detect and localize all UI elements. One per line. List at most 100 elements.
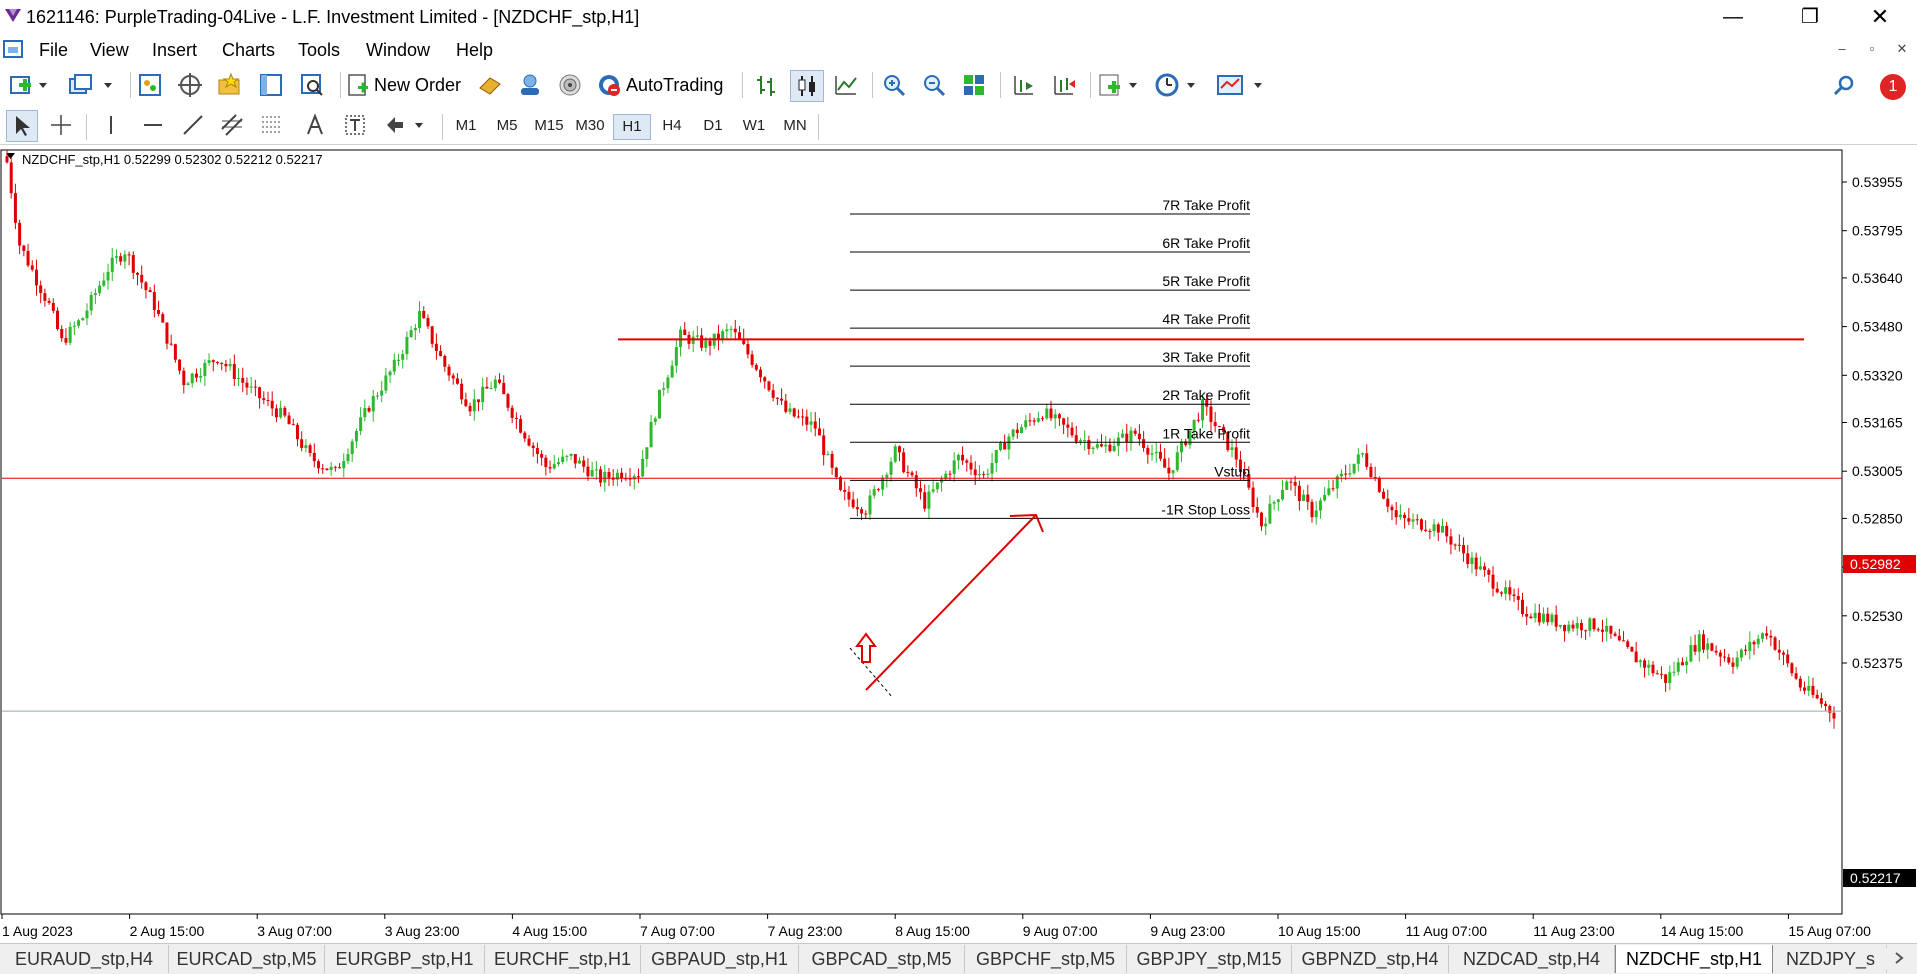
- new-chart-button[interactable]: [6, 70, 52, 100]
- maximize-button[interactable]: ❐: [1782, 0, 1838, 34]
- signals-button[interactable]: [514, 70, 546, 100]
- chart-tab[interactable]: GBPNZD_stp,H4: [1292, 945, 1449, 973]
- chart-tab[interactable]: EURCAD_stp,M5: [169, 945, 325, 973]
- auto-scroll-button[interactable]: [1048, 70, 1080, 100]
- menu-insert[interactable]: Insert: [152, 40, 197, 61]
- navigator-button[interactable]: [214, 70, 246, 100]
- chart-tab[interactable]: NZDJPY_s: [1772, 945, 1887, 973]
- periodicity-button[interactable]: [1154, 70, 1200, 100]
- chart-tab[interactable]: GBPJPY_stp,M15: [1127, 945, 1292, 973]
- candle-body: [1718, 652, 1722, 657]
- menu-tools[interactable]: Tools: [298, 40, 340, 61]
- profiles-button[interactable]: [66, 70, 116, 100]
- text-label-button[interactable]: [340, 110, 370, 140]
- market-watch-button[interactable]: [134, 70, 166, 100]
- zoom-out-button[interactable]: [918, 70, 950, 100]
- time-tick-label: 7 Aug 07:00: [640, 923, 715, 939]
- timeframe-m30[interactable]: M30: [572, 114, 608, 138]
- menu-file[interactable]: File: [39, 40, 68, 61]
- cursor-tool-button[interactable]: [6, 110, 38, 142]
- timeframe-d1[interactable]: D1: [695, 114, 731, 138]
- candle-body: [1344, 473, 1348, 475]
- crosshair-tool-button[interactable]: [46, 110, 76, 140]
- chart-tab[interactable]: GBPCHF_stp,M5: [965, 945, 1127, 973]
- close-button[interactable]: ✕: [1852, 0, 1908, 34]
- timeframe-mn[interactable]: MN: [777, 114, 813, 138]
- menu-window[interactable]: Window: [366, 40, 430, 61]
- chart-tab[interactable]: EURGBP_stp,H1: [325, 945, 485, 973]
- candle-body: [1693, 645, 1697, 652]
- timeframe-m15[interactable]: M15: [531, 114, 567, 138]
- candle-body: [182, 370, 186, 386]
- candle-body: [881, 477, 885, 490]
- chart-shift-button[interactable]: [1008, 70, 1040, 100]
- candle-body: [430, 326, 434, 344]
- timeframe-w1[interactable]: W1: [736, 114, 772, 138]
- chart-tab[interactable]: NZDCAD_stp,H4: [1449, 945, 1615, 973]
- market-button[interactable]: [554, 70, 586, 100]
- candle-body: [1748, 641, 1752, 651]
- tile-windows-button[interactable]: [958, 70, 990, 100]
- terminal-button[interactable]: [255, 70, 287, 100]
- toolbar-separator: [872, 72, 873, 98]
- timeframe-m1[interactable]: M1: [448, 114, 484, 138]
- notifications-button[interactable]: 1: [1870, 70, 1914, 100]
- timeframe-h1[interactable]: H1: [613, 114, 651, 140]
- zoom-in-button[interactable]: [878, 70, 910, 100]
- candle-body: [750, 354, 754, 365]
- candle-body: [607, 472, 611, 478]
- arrows-menu-button[interactable]: [382, 110, 428, 140]
- fibonacci-retracement-button[interactable]: [258, 110, 288, 140]
- candle-body: [258, 387, 262, 399]
- vertical-line-button[interactable]: [96, 110, 126, 140]
- mdi-close-button[interactable]: ✕: [1890, 38, 1914, 60]
- menu-charts[interactable]: Charts: [222, 40, 275, 61]
- title-bar: 1621146: PurpleTrading-04Live - L.F. Inv…: [0, 0, 1917, 34]
- candle-body: [1672, 671, 1676, 673]
- price-tick-label: 0.53955: [1852, 174, 1903, 190]
- equidistant-channel-button[interactable]: [218, 110, 248, 140]
- candle-body: [418, 310, 422, 328]
- metaquotes-language-button[interactable]: [474, 70, 506, 100]
- autotrading-button[interactable]: AutoTrading: [596, 70, 734, 100]
- mdi-minimize-button[interactable]: –: [1830, 38, 1854, 60]
- strategy-tester-button[interactable]: [296, 70, 328, 100]
- menu-help[interactable]: Help: [456, 40, 493, 61]
- trendline-button[interactable]: [178, 110, 208, 140]
- minimize-button[interactable]: —: [1705, 0, 1761, 34]
- tabs-scroll-button[interactable]: [1886, 948, 1912, 970]
- candle-body: [725, 329, 729, 332]
- timeframe-h4[interactable]: H4: [654, 114, 690, 138]
- new-order-button[interactable]: New Order: [346, 70, 470, 100]
- candle-body: [144, 282, 148, 291]
- chart-tab-active[interactable]: NZDCHF_stp,H1: [1615, 945, 1773, 973]
- chart-tab[interactable]: EURAUD_stp,H4: [0, 945, 169, 973]
- candle-body: [354, 430, 358, 442]
- data-window-button[interactable]: [174, 70, 206, 100]
- timeframe-m5[interactable]: M5: [489, 114, 525, 138]
- search-button[interactable]: [1828, 70, 1860, 100]
- bar-chart-button[interactable]: [750, 70, 782, 100]
- menu-view[interactable]: View: [90, 40, 129, 61]
- chart-tab[interactable]: GBPCAD_stp,M5: [799, 945, 965, 973]
- current-price-label: 0.52982: [1850, 556, 1901, 572]
- text-tool-button[interactable]: [300, 110, 330, 140]
- chart-tab[interactable]: EURCHF_stp,H1: [485, 945, 641, 973]
- trendline-icon: [183, 115, 203, 135]
- candlestick-chart-button[interactable]: [790, 70, 824, 102]
- templates-button[interactable]: [1214, 70, 1268, 100]
- candle-body: [460, 383, 464, 400]
- horizontal-line-button[interactable]: [138, 110, 168, 140]
- price-chart[interactable]: NZDCHF_stp,H1 0.52299 0.52302 0.52212 0.…: [0, 148, 1917, 943]
- indicators-button[interactable]: [1096, 70, 1142, 100]
- candle-body: [152, 292, 156, 311]
- candle-body: [843, 489, 847, 492]
- candle-body: [1146, 447, 1150, 455]
- candle-body: [114, 256, 118, 258]
- candle-body: [317, 461, 321, 469]
- mdi-restore-button[interactable]: ▫: [1860, 38, 1884, 60]
- price-tick-label: 0.52530: [1852, 608, 1903, 624]
- line-chart-button[interactable]: [830, 70, 862, 100]
- chart-tab[interactable]: GBPAUD_stp,H1: [641, 945, 799, 973]
- candle-body: [119, 256, 123, 262]
